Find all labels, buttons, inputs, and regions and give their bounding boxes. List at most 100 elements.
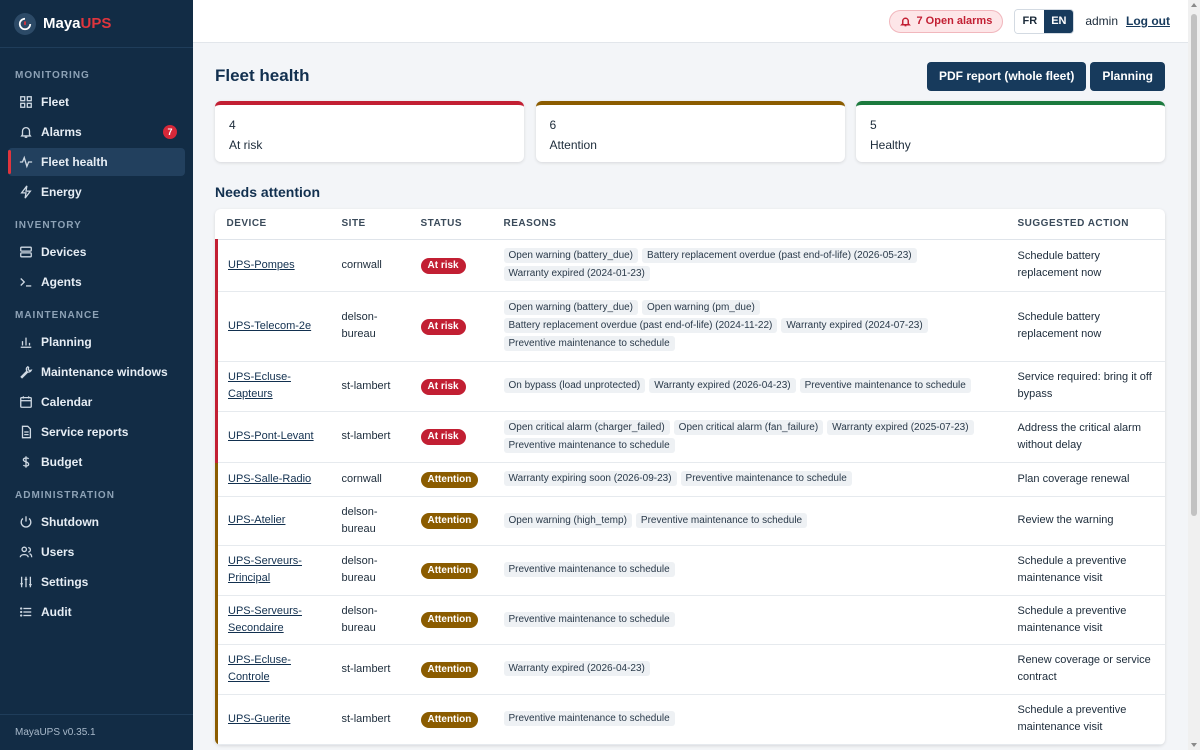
planning-button[interactable]: Planning bbox=[1090, 61, 1165, 91]
brand-logo-icon bbox=[14, 12, 36, 35]
sliders-icon bbox=[18, 575, 33, 590]
site-name: delson-bureau bbox=[341, 311, 378, 340]
table-row[interactable]: UPS-Serveurs-Principal delson-bureau Atten… bbox=[215, 545, 1165, 596]
suggested-action: Plan coverage renewal bbox=[1017, 472, 1130, 485]
status-badge: At risk bbox=[420, 257, 466, 274]
table-row[interactable]: UPS-Telecom-2e delson-bureau At risk Open w… bbox=[215, 291, 1165, 362]
site-name: delson-bureau bbox=[341, 505, 378, 535]
alarm-count-badge: 7 bbox=[163, 125, 177, 139]
device-link[interactable]: UPS-Telecom-2e bbox=[228, 320, 311, 332]
at-risk-card[interactable]: 4 At risk bbox=[215, 101, 524, 162]
sidebar-item-label: Calendar bbox=[41, 395, 93, 409]
device-link[interactable]: UPS-Pont-Levant bbox=[228, 430, 314, 442]
sidebar-item-fleet[interactable]: Fleet bbox=[8, 88, 185, 116]
sidebar-item-label: Users bbox=[41, 545, 75, 559]
column-header-status[interactable]: STATUS bbox=[410, 209, 494, 240]
page-scrollbar[interactable] bbox=[1188, 0, 1200, 750]
sidebar-item-service-reports[interactable]: Service reports bbox=[8, 418, 185, 446]
sidebar-item-label: Maintenance windows bbox=[41, 365, 168, 379]
sidebar-item-settings[interactable]: Settings bbox=[8, 568, 185, 596]
sidebar-item-fleet-health[interactable]: Fleet health bbox=[8, 148, 185, 176]
sidebar-item-label: Agents bbox=[41, 275, 82, 289]
scroll-down-arrow-icon[interactable] bbox=[1191, 743, 1197, 747]
sidebar-item-audit[interactable]: Audit bbox=[8, 598, 185, 626]
reason-tag: Preventive maintenance to schedule bbox=[503, 437, 675, 453]
reason-tag: Preventive maintenance to schedule bbox=[503, 711, 675, 726]
open-alarms-label: 7 Open alarms bbox=[916, 15, 993, 27]
page-header: Fleet health PDF report (whole fleet) Pl… bbox=[215, 43, 1165, 103]
suggested-action: Service required: bring it off bypass bbox=[1017, 371, 1152, 400]
lang-en-button[interactable]: EN bbox=[1044, 9, 1074, 33]
table-row[interactable]: UPS-Atelier delson-bureau Attention Open wa… bbox=[215, 496, 1165, 546]
site-name: st-lambert bbox=[341, 430, 391, 442]
sidebar-item-label: Planning bbox=[41, 335, 92, 349]
sidebar-item-label: Service reports bbox=[41, 425, 129, 439]
reason-tag: Warranty expired (2026-04-23) bbox=[649, 378, 796, 393]
needs-attention-table: DEVICE SITE STATUS REASONS SUGGESTED ACT… bbox=[215, 209, 1165, 745]
table-row[interactable]: UPS-Ecluse-Controle st-lambert Attention Wa… bbox=[215, 644, 1165, 695]
users-icon bbox=[18, 545, 33, 560]
device-link[interactable]: UPS-Guerite bbox=[228, 713, 290, 725]
sidebar-item-budget[interactable]: Budget bbox=[8, 448, 185, 476]
brand-name: MayaUPS bbox=[43, 15, 112, 32]
suggested-action: Review the warning bbox=[1017, 514, 1114, 526]
table-row[interactable]: UPS-Serveurs-Secondaire delson-bureau Atte… bbox=[215, 595, 1165, 645]
scroll-up-arrow-icon[interactable] bbox=[1191, 3, 1197, 7]
sidebar-item-devices[interactable]: Devices bbox=[8, 238, 185, 266]
pdf-report-button[interactable]: PDF report (whole fleet) bbox=[926, 61, 1087, 91]
logout-link[interactable]: Log out bbox=[1126, 14, 1170, 28]
open-alarms-button[interactable]: 7 Open alarms bbox=[888, 9, 1004, 33]
dollar-icon bbox=[18, 455, 33, 470]
sidebar-item-planning[interactable]: Planning bbox=[8, 328, 185, 356]
device-link[interactable]: UPS-Atelier bbox=[228, 514, 285, 526]
language-switcher: FR EN bbox=[1014, 8, 1075, 34]
reason-tag: Open warning (high_temp) bbox=[503, 512, 632, 528]
device-link[interactable]: UPS-Serveurs-Secondaire bbox=[228, 605, 302, 634]
healthy-card[interactable]: 5 Healthy bbox=[856, 101, 1165, 162]
nav-section-title: MAINTENANCE bbox=[15, 309, 100, 321]
sidebar-item-calendar[interactable]: Calendar bbox=[8, 388, 185, 416]
reason-tag: Open warning (battery_due) bbox=[503, 300, 639, 315]
server-icon bbox=[18, 245, 33, 260]
healthy-label: Healthy bbox=[870, 138, 911, 152]
brand[interactable]: MayaUPS bbox=[0, 0, 193, 48]
attention-card[interactable]: 6 Attention bbox=[535, 101, 845, 162]
table-row[interactable]: UPS-Pont-Levant st-lambert At risk Open cri… bbox=[215, 411, 1165, 463]
column-header-site[interactable]: SITE bbox=[331, 209, 411, 240]
reason-tag: Warranty expired (2024-01-23) bbox=[503, 266, 650, 281]
reason-tag: Warranty expired (2024-07-23) bbox=[781, 318, 928, 333]
sidebar-item-maintenance-windows[interactable]: Maintenance windows bbox=[8, 358, 185, 386]
status-badge: At risk bbox=[420, 429, 466, 445]
table-row[interactable]: UPS-Salle-Radio cornwall Attention Warranty… bbox=[215, 462, 1165, 497]
table-row[interactable]: UPS-Guerite st-lambert Attention Preventive… bbox=[215, 694, 1165, 745]
at-risk-label: At risk bbox=[229, 138, 263, 152]
table-row[interactable]: UPS-Ecluse-Capteurs st-lambert At risk On b… bbox=[215, 361, 1165, 412]
sidebar-item-energy[interactable]: Energy bbox=[8, 178, 185, 206]
scrollbar-thumb[interactable] bbox=[1191, 14, 1197, 516]
reason-tag: Preventive maintenance to schedule bbox=[799, 378, 971, 393]
site-name: st-lambert bbox=[341, 379, 391, 392]
device-link[interactable]: UPS-Serveurs-Principal bbox=[228, 555, 302, 584]
status-badge: At risk bbox=[420, 318, 466, 335]
terminal-icon bbox=[18, 275, 33, 290]
device-link[interactable]: UPS-Ecluse-Capteurs bbox=[228, 371, 291, 400]
device-link[interactable]: UPS-Ecluse-Controle bbox=[228, 654, 291, 683]
current-user: admin bbox=[1085, 14, 1119, 28]
column-header-device[interactable]: DEVICE bbox=[216, 209, 332, 240]
device-link[interactable]: UPS-Salle-Radio bbox=[228, 473, 311, 485]
calendar-icon bbox=[18, 395, 33, 410]
nav-section-title: INVENTORY bbox=[15, 219, 82, 231]
header-actions: PDF report (whole fleet) Planning bbox=[923, 61, 1165, 91]
sidebar-item-label: Fleet health bbox=[41, 155, 108, 169]
lang-fr-button[interactable]: FR bbox=[1015, 9, 1045, 33]
suggested-action: Renew coverage or service contract bbox=[1017, 654, 1151, 683]
device-link[interactable]: UPS-Pompes bbox=[228, 259, 295, 271]
table-row[interactable]: UPS-Pompes cornwall At risk Open warning (b… bbox=[215, 239, 1165, 292]
sidebar-item-users[interactable]: Users bbox=[8, 538, 185, 566]
suggested-action: Schedule a preventive maintenance visit bbox=[1017, 704, 1127, 733]
bolt-icon bbox=[18, 185, 33, 200]
sidebar-item-agents[interactable]: Agents bbox=[8, 268, 185, 296]
sidebar-item-shutdown[interactable]: Shutdown bbox=[8, 508, 185, 536]
site-name: cornwall bbox=[341, 472, 382, 485]
sidebar-item-alarms[interactable]: Alarms 7 bbox=[8, 118, 185, 146]
